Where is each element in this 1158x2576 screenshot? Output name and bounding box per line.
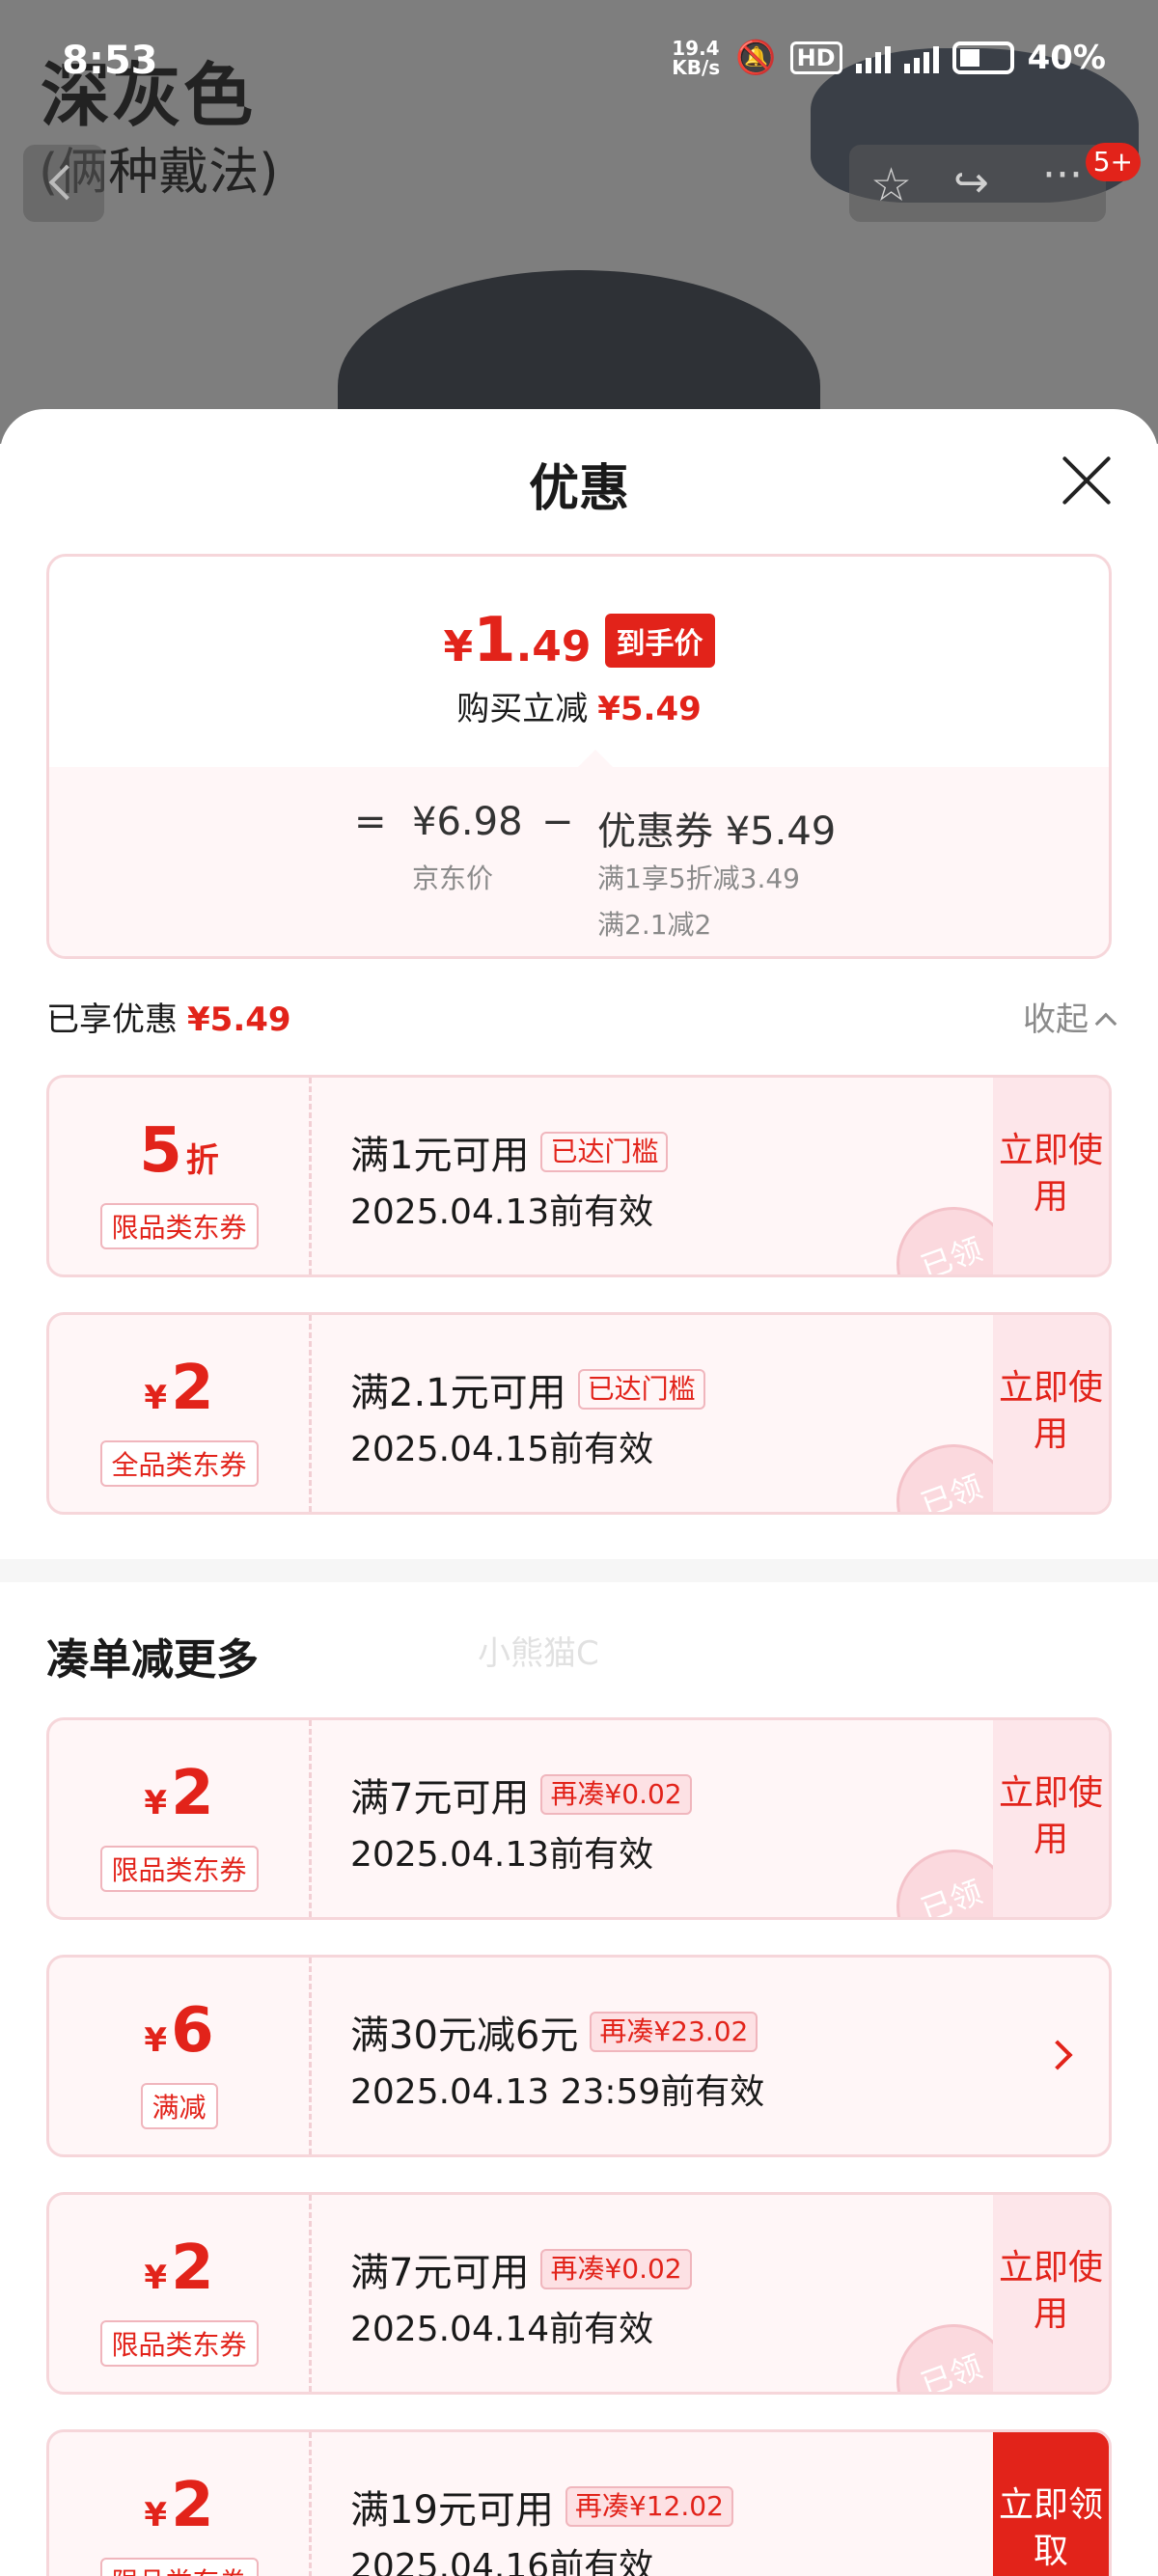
coupon-condition: 满30元减6元 再凑¥23.02 (350, 2004, 758, 2060)
product-page-background: 深灰色 (俩种戴法) 8:53 19.4 KB/s 🔕 HD 40% ☆ ↪ ·… (0, 0, 1158, 444)
coupon-condition: 满1元可用 已达门槛 (350, 1124, 669, 1180)
enjoyed-discount: 已享优惠 ¥5.49 (46, 1000, 291, 1039)
use-now-button[interactable]: 立即使用 (993, 1720, 1109, 1917)
final-price: ¥1.49 (443, 605, 592, 676)
coupon-value-panel: 5折 限品类东券 (49, 1078, 312, 1274)
instant-reduce: 购买立减 ¥5.49 (456, 690, 702, 728)
coupon-total: 优惠券 ¥5.49 (597, 809, 837, 854)
signal-icon (903, 42, 939, 73)
coupon-amount: ¥2 (144, 1353, 214, 1424)
threshold-tag: 已达门槛 (577, 1369, 705, 1410)
price-summary-card: ¥1.49 到手价 购买立减 ¥5.49 = ¥6.98 京东价 − 优惠券 ¥5… (46, 554, 1112, 959)
final-price-tag: 到手价 (604, 614, 715, 668)
coupon-type: 限品类东券 (99, 1846, 259, 1892)
use-now-button[interactable]: 立即使用 (993, 1078, 1109, 1274)
coupon-type: 限品类东券 (99, 2558, 259, 2576)
coupon-expiry: 2025.04.14前有效 (350, 2310, 654, 2349)
section-divider (0, 1559, 1158, 1582)
watermark: 小熊猫C (478, 1634, 599, 1673)
more-icon[interactable]: ··· (1042, 151, 1083, 200)
coupon-amount: ¥6 (144, 1995, 214, 2067)
use-now-button[interactable]: 立即使用 (993, 1315, 1109, 1512)
top-up-tag: 再凑¥12.02 (565, 2486, 733, 2527)
coupon-card: 5折 限品类东券 满1元可用 已达门槛 2025.04.13前有效 已领 立即使用 (46, 1075, 1112, 1277)
coupon-value-panel: ¥2 全品类东券 (49, 1315, 312, 1512)
battery-icon (951, 41, 1014, 74)
claim-now-button[interactable]: 立即领取 (993, 2432, 1109, 2576)
discount-sheet: 优惠 ¥1.49 到手价 购买立减 ¥5.49 = ¥6.98 京东价 − 优惠券… (0, 409, 1158, 2576)
coupon-condition: 满7元可用 再凑¥0.02 (350, 1767, 692, 1822)
top-action-bar: ☆ ↪ ··· (849, 145, 1106, 222)
back-button[interactable] (23, 145, 104, 222)
coupon-value-panel: ¥2 限品类东券 (49, 2195, 312, 2392)
close-icon[interactable] (1062, 455, 1112, 506)
net-speed: 19.4 KB/s (672, 37, 721, 79)
mute-icon: 🔕 (735, 39, 777, 77)
threshold-tag: 已达门槛 (540, 1132, 669, 1172)
status-icons: 19.4 KB/s 🔕 HD 40% (672, 39, 1106, 77)
section-title-more: 凑单减更多 (46, 1635, 259, 1685)
cart-badge: 5+ (1085, 143, 1141, 181)
coupon-amount: 5折 (139, 1115, 219, 1187)
coupon-card: ¥2 限品类东券 满7元可用 再凑¥0.02 2025.04.14前有效 已领 立… (46, 2192, 1112, 2395)
equals-sign: = (354, 800, 387, 844)
coupon-expiry: 2025.04.15前有效 (350, 1430, 654, 1469)
signal-icon (855, 42, 891, 73)
coupon-card: ¥2 全品类东券 满2.1元可用 已达门槛 2025.04.15前有效 已领 立即… (46, 1312, 1112, 1515)
coupon-card: ¥2 限品类东券 满19元可用再凑¥12.02 2025.04.16前有效 立即… (46, 2429, 1112, 2576)
coupon-amount: ¥2 (144, 1758, 214, 1829)
share-icon[interactable]: ↪ (953, 158, 989, 207)
coupon-type: 限品类东券 (99, 1203, 259, 1249)
coupon-detail-2: 满2.1减2 (597, 909, 712, 941)
status-time: 8:53 (62, 39, 158, 83)
coupon-detail-1: 满1享5折减3.49 (597, 863, 800, 894)
coupon-expiry: 2025.04.13 23:59前有效 (350, 2072, 765, 2112)
coupon-amount: ¥2 (144, 2470, 214, 2541)
coupon-card[interactable]: ¥6 满减 满30元减6元 再凑¥23.02 2025.04.13 23:59前有… (46, 1955, 1112, 2157)
final-price-row: ¥1.49 到手价 (49, 605, 1109, 676)
top-up-tag: 再凑¥23.02 (590, 2012, 758, 2052)
top-up-tag: 再凑¥0.02 (540, 1774, 692, 1815)
coupon-condition: 满2.1元可用 已达门槛 (350, 1361, 705, 1417)
coupon-expiry: 2025.04.13前有效 (350, 1835, 654, 1875)
price-breakdown-area (49, 767, 1109, 956)
use-now-button[interactable]: 立即使用 (993, 2195, 1109, 2392)
chevron-up-icon (1094, 1012, 1117, 1034)
coupon-value-panel: ¥6 满减 (49, 1958, 312, 2154)
coupon-amount: ¥2 (144, 2233, 214, 2304)
coupon-card: ¥2 限品类东券 满7元可用 再凑¥0.02 2025.04.13前有效 已领 立… (46, 1717, 1112, 1920)
sheet-title: 优惠 (528, 460, 629, 518)
coupon-expiry: 2025.04.16前有效 (350, 2547, 654, 2576)
jd-price: ¥6.98 (412, 800, 523, 844)
hd-icon: HD (789, 41, 842, 74)
collapse-button[interactable]: 收起 (1023, 993, 1117, 1040)
chevron-left-icon (48, 164, 85, 201)
coupon-condition: 满19元可用 再凑¥12.02 (350, 2479, 733, 2535)
star-icon[interactable]: ☆ (870, 158, 912, 212)
coupon-type: 全品类东券 (99, 1440, 259, 1487)
chevron-right-icon[interactable] (1042, 2040, 1073, 2070)
breakdown-pointer (578, 750, 613, 767)
coupon-type: 满减 (140, 2083, 218, 2129)
jd-price-label: 京东价 (412, 863, 494, 894)
top-up-tag: 再凑¥0.02 (540, 2249, 692, 2289)
minus-sign: − (541, 800, 574, 844)
coupon-condition: 满7元可用 再凑¥0.02 (350, 2241, 692, 2297)
coupon-type: 限品类东券 (99, 2320, 259, 2367)
battery-level: 40% (1027, 39, 1106, 77)
coupon-value-panel: ¥2 限品类东券 (49, 1720, 312, 1917)
coupon-expiry: 2025.04.13前有效 (350, 1192, 654, 1232)
coupon-value-panel: ¥2 限品类东券 (49, 2432, 312, 2576)
